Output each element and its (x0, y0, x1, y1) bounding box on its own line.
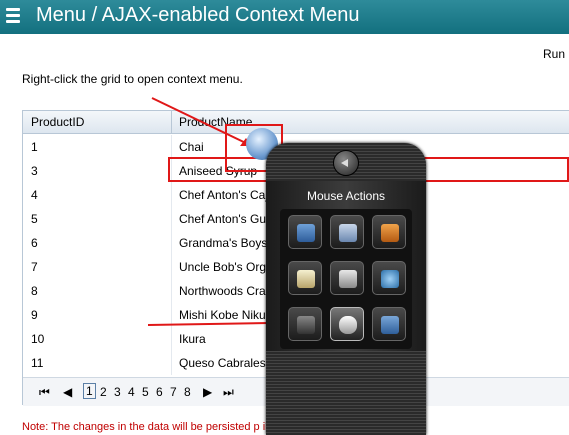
dotted-frame-icon[interactable] (372, 307, 406, 341)
lightning-icon[interactable] (330, 261, 364, 295)
mouse-icon[interactable] (330, 307, 364, 341)
context-menu-icon-grid (280, 209, 412, 349)
context-menu-title: Mouse Actions (306, 189, 386, 203)
3d-stack-icon[interactable] (372, 215, 406, 249)
pencil-note-icon[interactable] (288, 261, 322, 295)
back-arrow-icon[interactable] (333, 150, 359, 176)
globe-cursor-icon[interactable] (372, 261, 406, 295)
javascript-icon[interactable] (288, 307, 322, 341)
grid-edit-icon[interactable] (288, 215, 322, 249)
tree-list-icon[interactable] (330, 215, 364, 249)
context-menu[interactable]: Mouse Actions (266, 143, 426, 435)
speaker-grille (266, 351, 426, 435)
